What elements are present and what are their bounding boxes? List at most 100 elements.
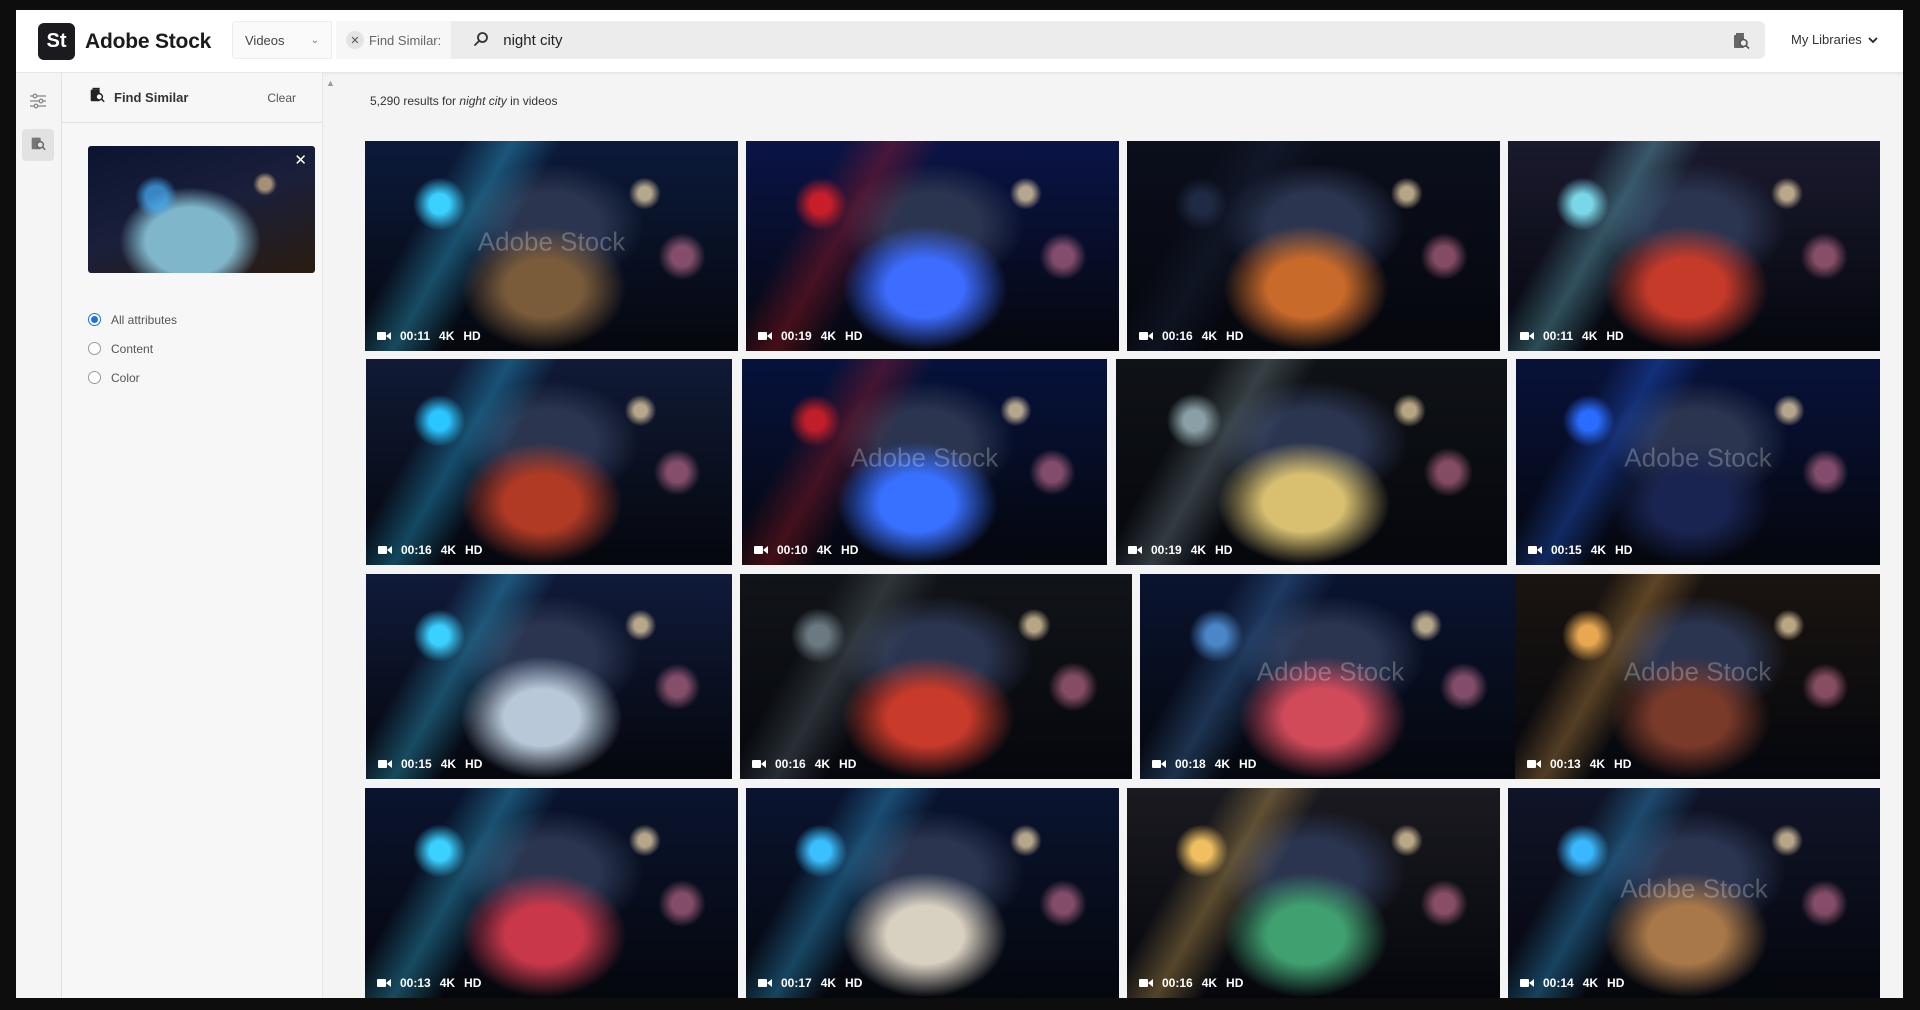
reference-thumbnail: ✕ (88, 146, 315, 273)
video-camera-icon (1152, 759, 1166, 769)
results-count: 5,290 (370, 94, 401, 108)
visual-search-icon[interactable] (1731, 31, 1751, 51)
video-badge: 00:16 4K HD (378, 543, 482, 557)
quality-label: 4K (439, 329, 455, 343)
video-duration: 00:17 (781, 976, 812, 990)
left-icon-rail (16, 73, 62, 998)
my-libraries-menu[interactable]: My Libraries (1791, 32, 1878, 47)
quality-label: 4K (1590, 543, 1607, 557)
video-camera-icon (1528, 545, 1542, 555)
watermark: Adobe Stock (477, 226, 626, 257)
option-content[interactable]: Content (88, 334, 177, 363)
filters-sliders-icon (29, 93, 47, 114)
chip-label: Find Similar: (369, 32, 442, 48)
radio-content[interactable] (88, 342, 101, 355)
video-tile[interactable]: Adobe Stock 00:18 4K HD (1140, 574, 1521, 779)
video-badge: 00:15 4K HD (378, 757, 482, 771)
quality-label: HD (841, 543, 859, 557)
watermark: Adobe Stock (1620, 873, 1768, 904)
video-tile[interactable]: Adobe Stock 00:15 4K HD (1516, 359, 1880, 565)
video-duration: 00:16 (775, 757, 806, 771)
quality-label: 4K (440, 757, 457, 771)
video-duration: 00:16 (1162, 976, 1193, 990)
filters-button[interactable] (22, 87, 54, 119)
video-duration: 00:18 (1175, 757, 1206, 771)
quality-label: HD (1226, 329, 1244, 343)
video-tile[interactable]: 00:16 4K HD (740, 574, 1132, 779)
video-tile[interactable]: 00:19 4K HD (746, 141, 1119, 351)
radio-color[interactable] (88, 371, 101, 384)
content-type-value: Videos (245, 32, 285, 48)
video-camera-icon (1128, 545, 1142, 555)
video-tile[interactable]: 00:13 4K HD (365, 788, 738, 998)
chevron-down-icon: ⌄ (310, 34, 319, 46)
video-tile[interactable]: Adobe Stock 00:11 4K HD (365, 141, 738, 351)
video-tile[interactable]: 00:15 4K HD (366, 574, 732, 779)
option-color[interactable]: Color (88, 363, 177, 392)
video-duration: 00:15 (401, 757, 432, 771)
video-camera-icon (378, 545, 392, 555)
quality-label: HD (1606, 329, 1624, 343)
video-badge: 00:15 4K HD (1528, 543, 1632, 557)
video-badge: 00:16 4K HD (1139, 976, 1243, 990)
quality-label: HD (463, 329, 481, 343)
option-all-attributes[interactable]: All attributes (88, 305, 177, 334)
video-tile[interactable]: 00:11 4K HD (1508, 141, 1880, 351)
video-duration: 00:19 (781, 329, 812, 343)
quality-label: 4K (1589, 757, 1606, 771)
top-header: St Adobe Stock Videos ⌄ ✕ Find Similar: … (16, 10, 1903, 73)
find-similar-icon (29, 134, 47, 157)
close-icon[interactable]: ✕ (294, 151, 307, 169)
panel-header: Find Similar Clear (62, 73, 322, 123)
video-badge: 00:17 4K HD (758, 976, 862, 990)
logo-text: Adobe Stock (85, 29, 212, 53)
video-duration: 00:19 (1151, 543, 1182, 557)
adobe-stock-logo[interactable]: St Adobe Stock (38, 23, 211, 60)
search-icon (473, 31, 491, 49)
app-window: St Adobe Stock Videos ⌄ ✕ Find Similar: … (16, 10, 1903, 998)
video-tile[interactable]: Adobe Stock 00:13 4K HD (1515, 574, 1880, 779)
video-badge: 00:13 4K HD (377, 976, 481, 990)
quality-label: 4K (439, 976, 456, 990)
video-duration: 00:11 (400, 329, 431, 343)
clear-button[interactable]: Clear (267, 91, 296, 105)
quality-label: HD (839, 757, 857, 771)
video-duration: 00:14 (1543, 976, 1574, 990)
video-tile[interactable]: 00:17 4K HD (746, 788, 1119, 998)
quality-label: HD (465, 757, 483, 771)
video-badge: 00:18 4K HD (1152, 757, 1256, 771)
video-tile[interactable]: 00:16 4K HD (366, 359, 732, 565)
quality-label: 4K (1214, 757, 1231, 771)
video-tile[interactable]: 00:16 4K HD (1127, 788, 1500, 998)
video-camera-icon (1139, 331, 1153, 341)
search-input[interactable] (503, 31, 1604, 49)
remove-chip-icon[interactable]: ✕ (346, 31, 364, 49)
video-tile[interactable]: 00:16 4K HD (1127, 141, 1500, 351)
video-tile[interactable]: Adobe Stock 00:10 4K HD (742, 359, 1107, 565)
video-duration: 00:15 (1551, 543, 1582, 557)
chevron-down-icon (1868, 32, 1878, 47)
quality-label: 4K (1582, 329, 1598, 343)
logo-mark: St (38, 23, 75, 60)
video-camera-icon (378, 759, 392, 769)
quality-label: HD (465, 543, 483, 557)
quality-label: HD (1226, 976, 1244, 990)
video-camera-icon (377, 978, 391, 988)
watermark: Adobe Stock (1624, 442, 1772, 473)
scroll-up-arrow[interactable]: ▲ (326, 78, 335, 88)
video-camera-icon (758, 331, 772, 341)
quality-label: 4K (1190, 543, 1207, 557)
find-similar-rail-button[interactable] (22, 129, 54, 161)
content-type-select[interactable]: Videos ⌄ (232, 21, 332, 59)
find-similar-icon (88, 86, 106, 109)
video-duration: 00:16 (401, 543, 432, 557)
my-libraries-label: My Libraries (1791, 32, 1862, 47)
video-tile[interactable]: 00:19 4K HD (1116, 359, 1507, 565)
quality-label: 4K (816, 543, 833, 557)
quality-label: HD (845, 329, 863, 343)
video-badge: 00:19 4K HD (758, 329, 862, 343)
radio-all-attributes[interactable] (88, 313, 101, 326)
video-camera-icon (754, 545, 768, 555)
video-tile[interactable]: Adobe Stock 00:14 4K HD (1508, 788, 1880, 998)
video-badge: 00:19 4K HD (1128, 543, 1232, 557)
